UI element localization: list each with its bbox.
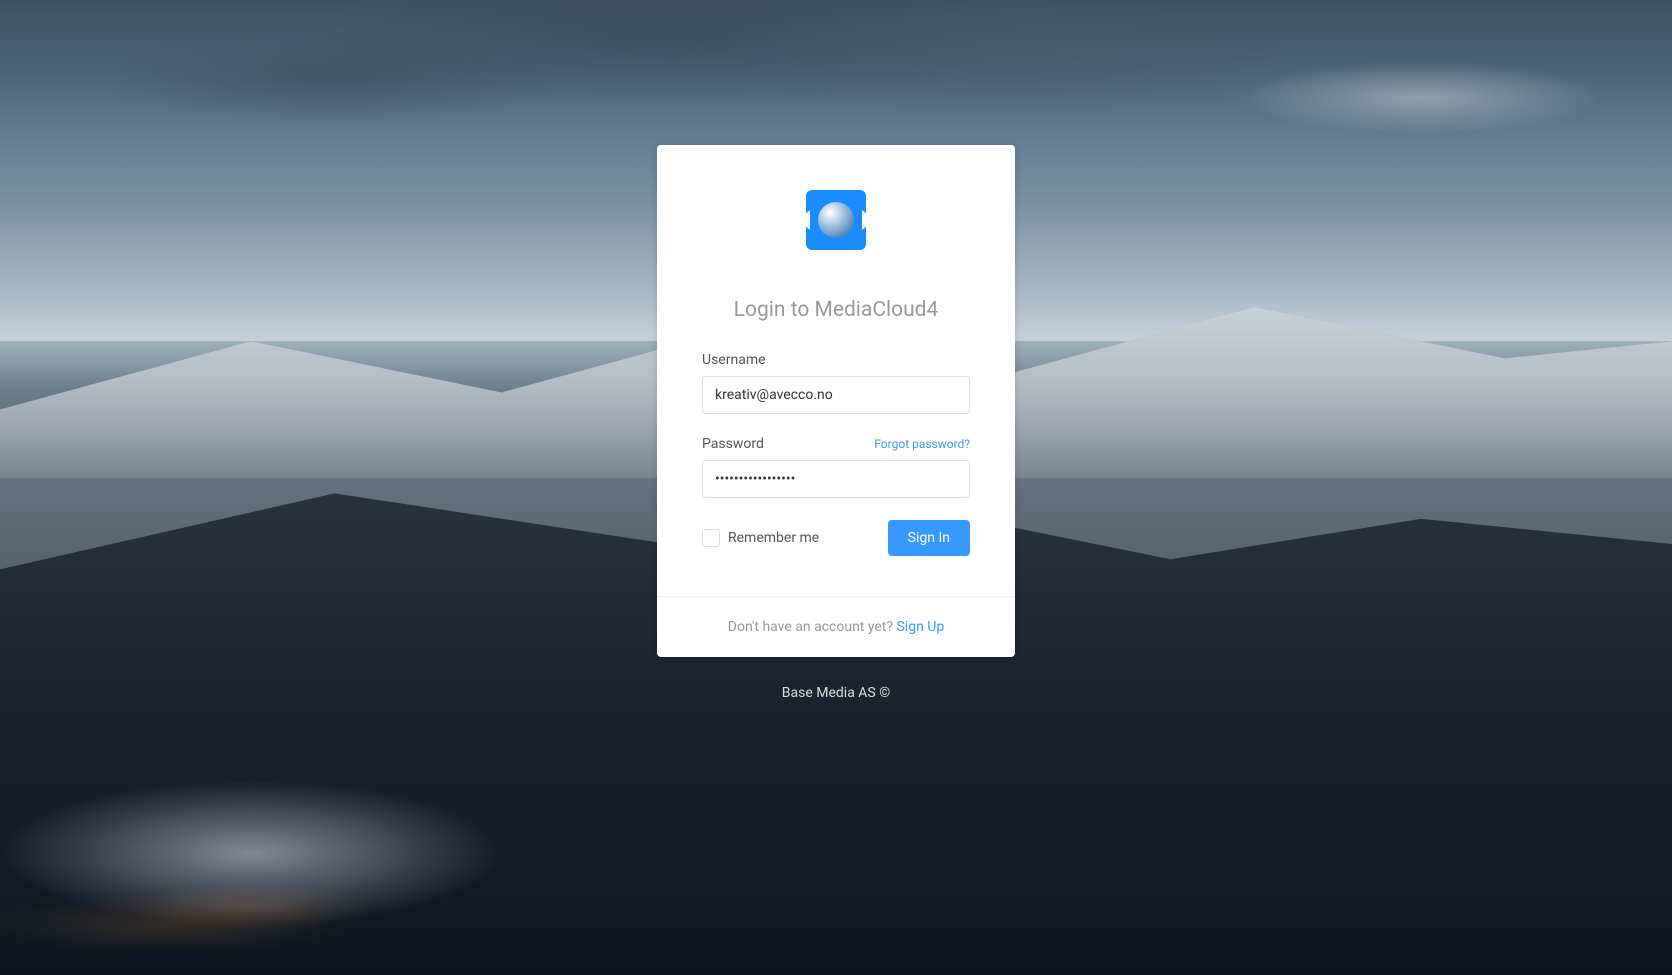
logo-container (702, 190, 970, 250)
username-label: Username (702, 352, 970, 368)
login-card: Login to MediaCloud4 Username Password F… (657, 145, 1015, 657)
signup-footer: Don't have an account yet? Sign Up (657, 596, 1015, 657)
password-label: Password (702, 436, 764, 452)
password-input[interactable] (702, 460, 970, 498)
signin-button[interactable]: Sign In (888, 520, 970, 556)
page-footer: Base Media AS © (782, 685, 890, 701)
signup-link[interactable]: Sign Up (896, 619, 944, 635)
remember-me-label[interactable]: Remember me (728, 530, 819, 546)
forgot-password-link[interactable]: Forgot password? (874, 437, 970, 451)
remember-me-checkbox[interactable] (702, 529, 720, 547)
username-input[interactable] (702, 376, 970, 414)
signup-prompt: Don't have an account yet? (728, 619, 897, 635)
login-title: Login to MediaCloud4 (702, 298, 970, 322)
app-logo-icon (806, 190, 866, 250)
